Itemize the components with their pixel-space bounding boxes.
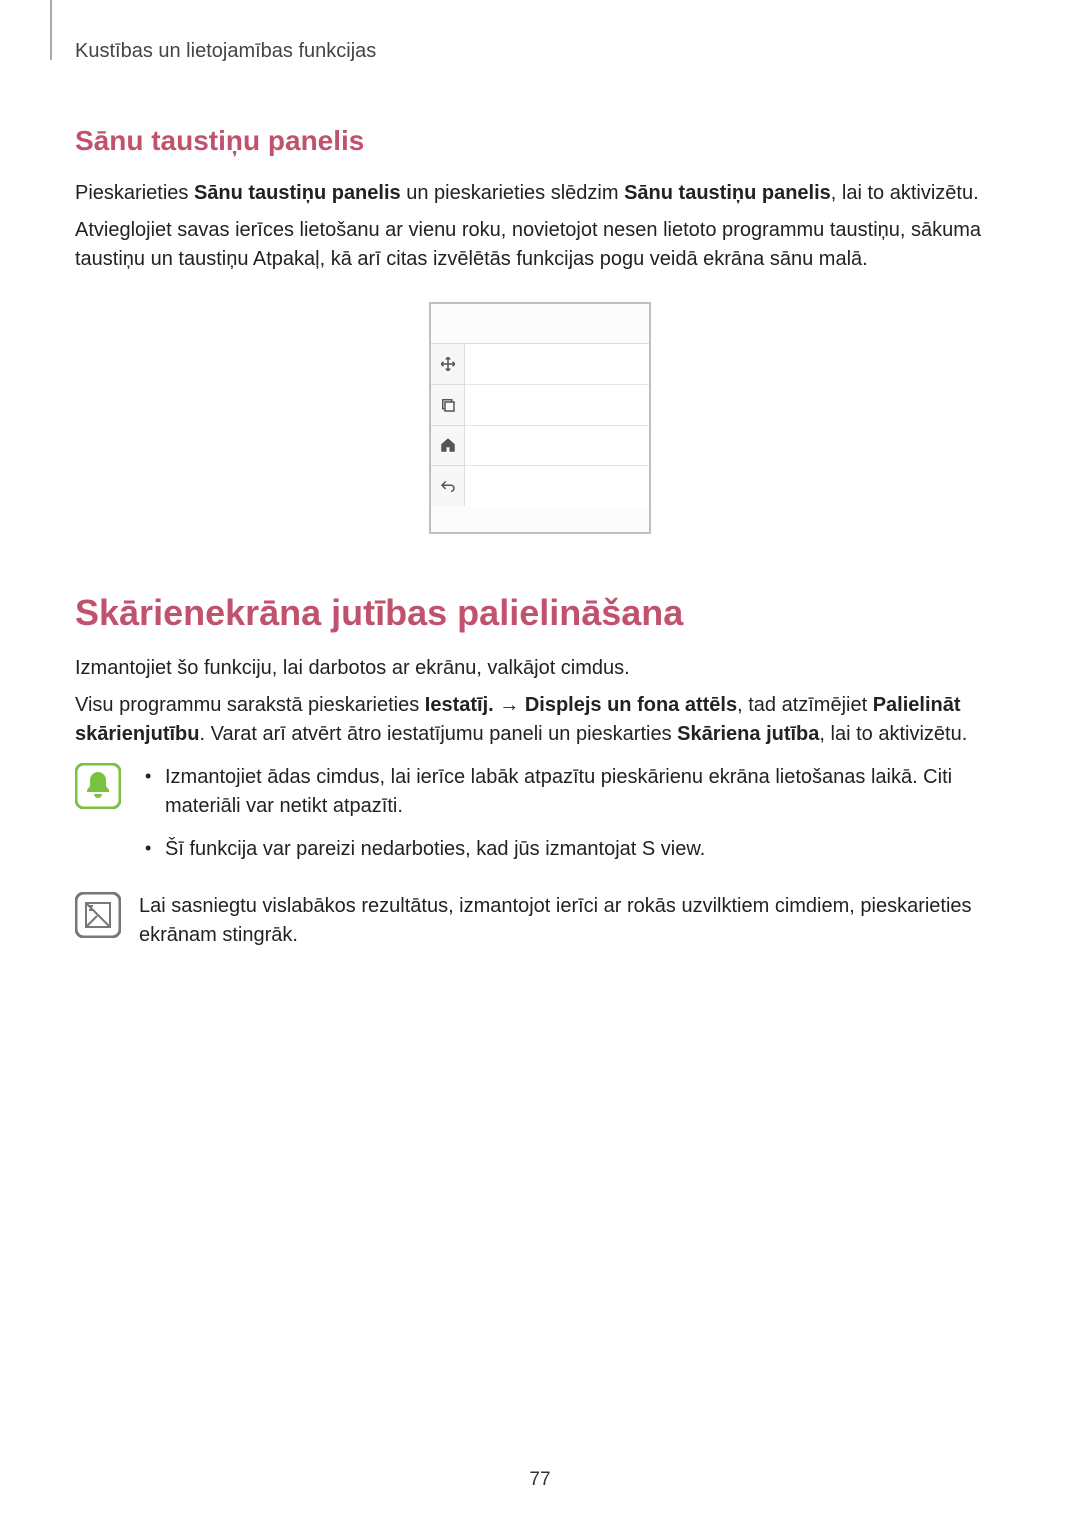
note-icon	[75, 892, 121, 938]
note-info-text: Lai sasniegtu vislabākos rezultātus, izm…	[139, 892, 1005, 950]
paragraph-side-panel-intro: Pieskarieties Sānu taustiņu panelis un p…	[75, 179, 1005, 208]
move-icon	[431, 344, 465, 385]
section-divider-line	[50, 0, 52, 60]
text-run: Pieskarieties	[75, 182, 194, 204]
paragraph-sensitivity-intro: Izmantojiet šo funkciju, lai darbotos ar…	[75, 654, 1005, 683]
text-run: , lai to aktivizētu.	[831, 182, 979, 204]
recents-icon	[431, 385, 465, 426]
text-run: , tad atzīmējiet	[737, 694, 873, 716]
text-run: . Varat arī atvērt ātro iestatījumu pane…	[199, 723, 677, 745]
text-bold: Iestatīj.	[425, 694, 494, 716]
header-breadcrumb: Kustības un lietojamības funkcijas	[75, 40, 1005, 63]
illustration-side-buttons	[431, 344, 465, 506]
text-bold: Skāriena jutība	[677, 723, 819, 745]
note-important-body: Izmantojiet ādas cimdus, lai ierīce labā…	[139, 763, 1005, 878]
illustration-status-bar	[431, 304, 649, 344]
note-info-body: Lai sasniegtu vislabākos rezultātus, izm…	[139, 892, 1005, 958]
document-page: Kustības un lietojamības funkcijas Sānu …	[0, 0, 1080, 958]
paragraph-side-panel-desc: Atvieglojiet savas ierīces lietošanu ar …	[75, 216, 1005, 274]
text-run: , lai to aktivizētu.	[819, 723, 967, 745]
illustration-content-area	[465, 344, 649, 506]
illustration-bottom-bar	[431, 506, 649, 532]
text-bold: Sānu taustiņu panelis	[624, 182, 831, 204]
text-run: Visu programmu sarakstā pieskarieties	[75, 694, 425, 716]
heading-touch-sensitivity: Skārienekrāna jutības palielināšana	[75, 592, 1005, 634]
illustration-container	[75, 302, 1005, 534]
text-run: un pieskarieties slēdzim	[401, 182, 624, 204]
back-icon	[431, 466, 465, 506]
page-number: 77	[0, 1469, 1080, 1491]
note-bullet-gloves: Izmantojiet ādas cimdus, lai ierīce labā…	[139, 763, 1005, 821]
note-important: Izmantojiet ādas cimdus, lai ierīce labā…	[75, 763, 1005, 878]
side-panel-illustration	[429, 302, 651, 534]
notice-bell-icon	[75, 763, 121, 809]
note-info: Lai sasniegtu vislabākos rezultātus, izm…	[75, 892, 1005, 958]
text-bold: Displejs un fona attēls	[525, 694, 737, 716]
heading-side-key-panel: Sānu taustiņu panelis	[75, 125, 1005, 157]
text-bold: Sānu taustiņu panelis	[194, 182, 401, 204]
arrow-separator: →	[494, 694, 525, 716]
home-icon	[431, 426, 465, 467]
note-bullet-sview: Šī funkcija var pareizi nedarboties, kad…	[139, 835, 1005, 864]
paragraph-sensitivity-steps: Visu programmu sarakstā pieskarieties Ie…	[75, 691, 1005, 749]
